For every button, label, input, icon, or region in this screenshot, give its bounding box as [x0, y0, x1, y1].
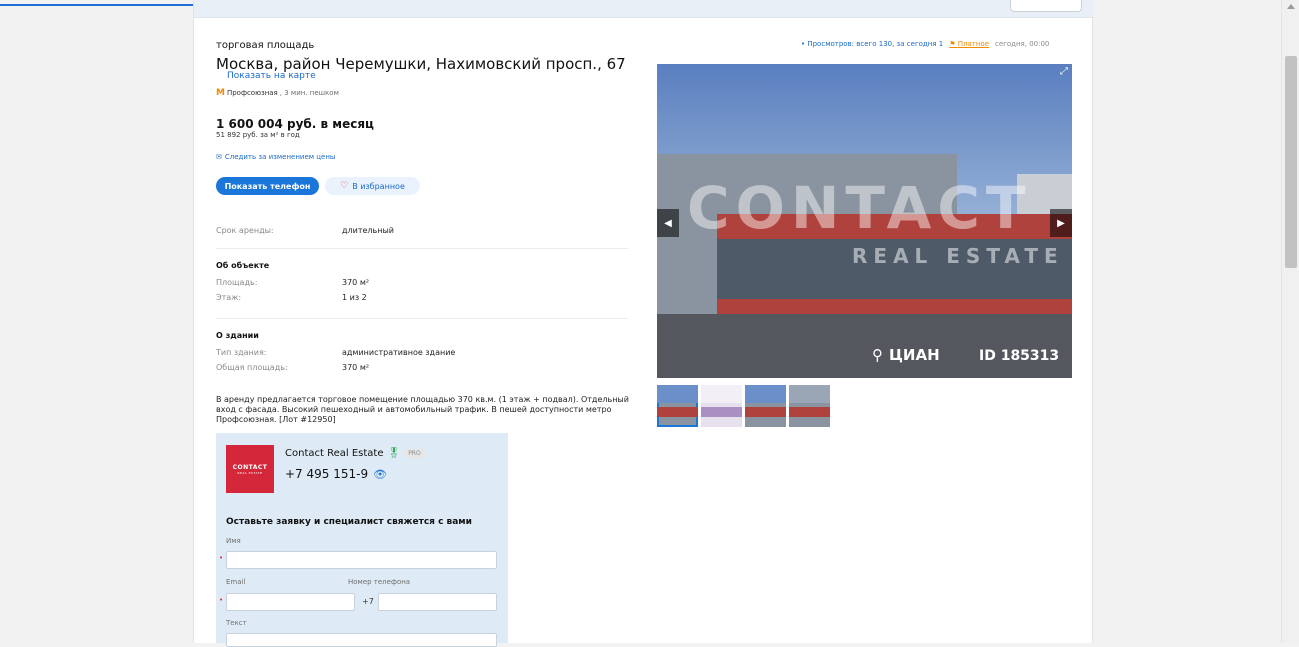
listing-stats: • Просмотров: всего 130, за сегодня 1 ⚑ …	[801, 40, 1049, 48]
building-type-value: административное здание	[342, 348, 456, 357]
cian-brand-label: ЦИАН	[889, 346, 940, 364]
photo-thumbnail[interactable]	[789, 385, 830, 427]
building-heading: О здании	[216, 331, 259, 340]
lease-row: Срок аренды: длительный	[216, 226, 394, 235]
total-area-row: Общая площадь: 370 м²	[216, 363, 369, 372]
watch-price-label: Следить за изменением цены	[224, 153, 336, 161]
show-phone-button[interactable]: Показать телефон	[216, 177, 319, 195]
area-value: 370 м²	[342, 278, 370, 287]
lease-value: длительный	[342, 226, 394, 235]
photo-thumbnail[interactable]	[701, 385, 742, 427]
property-type: торговая площадь	[216, 40, 315, 51]
scrollbar-thumb[interactable]	[1285, 56, 1297, 268]
total-area-value: 370 м²	[342, 363, 370, 372]
photo-thumbnails	[657, 385, 830, 427]
views-link[interactable]: • Просмотров: всего 130, за сегодня 1	[801, 40, 943, 48]
photo-thumbnail[interactable]	[657, 385, 698, 427]
prev-photo-icon[interactable]: ◀	[657, 209, 679, 237]
page-scrollbar[interactable]	[1281, 0, 1299, 643]
lease-label: Срок аренды:	[216, 226, 274, 235]
divider	[216, 318, 628, 319]
name-field[interactable]	[226, 551, 497, 569]
top-link-underline[interactable]	[0, 0, 198, 6]
price-per-sqm: 51 892 руб. за м² в год	[216, 131, 300, 139]
heart-icon: ♡	[340, 181, 349, 191]
photo-watermark: CONTACT	[687, 174, 1032, 242]
metro-distance: , 3 мин. пешком	[279, 89, 339, 97]
text-label: Текст	[226, 619, 247, 627]
agent-logo-text: CONTACT	[232, 463, 268, 471]
expand-icon[interactable]: ⤢	[1060, 66, 1068, 77]
phone-field[interactable]	[378, 593, 497, 611]
phone-label: Номер телефона	[348, 578, 411, 586]
award-icon: 🎖	[387, 448, 401, 459]
metro-station[interactable]: Профсоюзная	[227, 89, 278, 97]
eye-icon[interactable]: 👁	[373, 468, 387, 481]
photo-thumbnail[interactable]	[745, 385, 786, 427]
watch-price-link[interactable]: ✉ Следить за изменением цены	[216, 153, 335, 161]
agent-phone-number: +7 495 151-9	[285, 467, 369, 481]
paid-link[interactable]: ⚑ Платное	[949, 40, 989, 48]
email-label: Email	[226, 578, 246, 586]
message-field[interactable]	[226, 633, 497, 647]
agent-logo[interactable]: CONTACT REAL ESTATE	[226, 445, 274, 493]
main-photo[interactable]: CONTACT REAL ESTATE ⚲ ЦИАН ID 185313 ◀ ▶…	[657, 64, 1072, 378]
published-date: сегодня, 00:00	[995, 40, 1050, 48]
object-heading: Об объекте	[216, 261, 270, 270]
contact-form-title: Оставьте заявку и специалист свяжется с …	[226, 517, 472, 527]
photo-road	[657, 314, 1072, 378]
photo-watermark-sub: REAL ESTATE	[852, 244, 1064, 268]
agent-name-label: Contact Real Estate	[285, 448, 384, 459]
floor-value: 1 из 2	[342, 293, 367, 302]
building-type-row: Тип здания: административное здание	[216, 348, 455, 357]
agent-phone[interactable]: +7 495 151-9 👁	[285, 467, 387, 481]
favorite-button[interactable]: ♡ В избранное	[325, 177, 420, 195]
required-mark: •	[219, 554, 224, 562]
phone-prefix: +7	[362, 597, 374, 606]
name-label: Имя	[226, 537, 241, 545]
agent-name[interactable]: Contact Real Estate 🎖 PRO	[285, 448, 425, 459]
photo-id: ID 185313	[979, 348, 1060, 364]
favorite-label: В избранное	[352, 181, 405, 191]
scroll-up-icon[interactable]	[1287, 4, 1295, 9]
required-mark: •	[219, 596, 224, 604]
price: 1 600 004 руб. в месяц	[216, 117, 374, 131]
cian-pin-icon: ⚲	[872, 346, 883, 364]
divider	[216, 248, 628, 249]
next-photo-icon[interactable]: ▶	[1050, 209, 1072, 237]
floor-row: Этаж: 1 из 2	[216, 293, 367, 302]
total-area-label: Общая площадь:	[216, 363, 288, 372]
metro-m-icon: M	[216, 88, 225, 98]
floor-label: Этаж:	[216, 293, 242, 302]
area-row: Площадь: 370 м²	[216, 278, 369, 287]
agent-logo-sub: REAL ESTATE	[237, 470, 263, 475]
area-label: Площадь:	[216, 278, 258, 287]
cian-brand: ⚲ ЦИАН	[872, 346, 940, 364]
paid-label: Платное	[957, 40, 990, 48]
listing-description: В аренду предлагается торговое помещение…	[216, 395, 629, 424]
pro-badge: PRO	[404, 449, 425, 458]
paid-flag-icon: ⚑	[949, 40, 956, 48]
show-on-map-link[interactable]: Показать на карте	[227, 71, 316, 81]
header-strip	[194, 0, 1094, 18]
header-button[interactable]	[1010, 0, 1082, 12]
agent-card: CONTACT REAL ESTATE Contact Real Estate …	[216, 433, 508, 647]
email-field[interactable]	[226, 593, 355, 611]
building-type-label: Тип здания:	[216, 348, 267, 357]
envelope-icon: ✉	[216, 153, 222, 161]
metro-info[interactable]: M Профсоюзная , 3 мин. пешком	[216, 88, 339, 98]
